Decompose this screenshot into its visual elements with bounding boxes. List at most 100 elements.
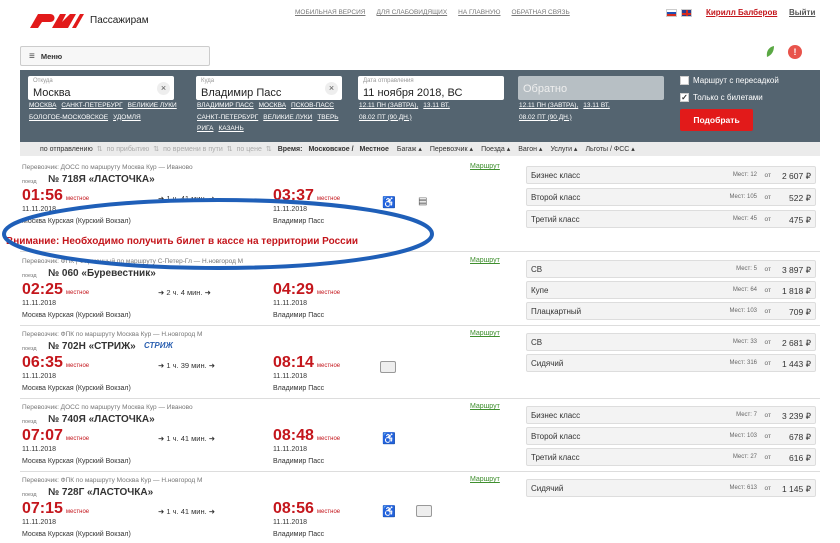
arrival-time: 08:56 местное xyxy=(273,500,341,517)
fare-row[interactable]: Сидячий Мест: 613 от 1 145 ₽ xyxy=(526,479,816,497)
train-name[interactable]: № 702Н «СТРИЖ» xyxy=(48,341,136,352)
departure-date: 11.11.2018 xyxy=(22,446,56,453)
sort-by-price[interactable]: по цене xyxy=(237,146,262,153)
transfer-checkbox[interactable]: Маршрут с пересадкой xyxy=(680,76,779,85)
user-link[interactable]: Кирилл Балберов xyxy=(706,8,777,17)
route-link[interactable]: Маршрут xyxy=(470,403,500,410)
quick-date-item[interactable]: 13.11 ВТ, xyxy=(423,100,450,112)
find-button[interactable]: Подобрать xyxy=(680,109,753,131)
fare-row[interactable]: Третий класс Мест: 45 от 475 ₽ xyxy=(526,210,816,228)
train-name[interactable]: № 740Я «ЛАСТОЧКА» xyxy=(48,414,155,425)
flag-en-icon[interactable] xyxy=(681,9,692,17)
fare-row[interactable]: Купе Мест: 64 от 1 818 ₽ xyxy=(526,281,816,299)
clear-icon[interactable]: × xyxy=(157,82,170,95)
fare-row[interactable]: Второй класс Мест: 105 от 522 ₽ xyxy=(526,188,816,206)
quick-to-item[interactable]: Владимир Пасс xyxy=(197,100,254,112)
baggage-icon xyxy=(380,361,396,373)
date-field[interactable]: Дата отправления 11 ноября 2018, ВС xyxy=(358,76,504,100)
quick-from-item[interactable]: Удомля xyxy=(113,112,141,124)
filter-benefits[interactable]: Льготы / ФСС ▴ xyxy=(585,145,634,153)
quick-to-item[interactable]: Санкт-Петербург xyxy=(197,112,258,124)
menu-button[interactable]: ≡ Меню xyxy=(20,46,210,66)
fare-row[interactable]: Второй класс Мест: 103 от 678 ₽ xyxy=(526,427,816,445)
link-home[interactable]: На главную xyxy=(458,9,500,16)
sort-by-departure[interactable]: по отправлению xyxy=(40,146,93,153)
to-field[interactable]: Куда Владимир Пасс × xyxy=(196,76,342,100)
rzd-logo[interactable] xyxy=(28,10,86,32)
tickets-only-checkbox[interactable]: ✓ Только с билетами xyxy=(680,93,763,102)
quick-to-item[interactable]: Тверь xyxy=(317,112,338,124)
quick-date-item[interactable]: 08.02 ПТ (90 дн.) xyxy=(359,112,412,124)
search-panel: Откуда Москва × ⇄ Куда Владимир Пасс × Д… xyxy=(20,70,820,142)
quick-to-item[interactable]: Псков-Пасс xyxy=(291,100,334,112)
time-local[interactable]: Местное xyxy=(360,146,389,153)
link-mobile[interactable]: Мобильная версия xyxy=(295,9,365,16)
leaf-icon[interactable] xyxy=(765,45,775,58)
to-caption: Куда xyxy=(201,78,215,84)
route-link[interactable]: Маршрут xyxy=(470,257,500,264)
departure-station: Москва Курская (Курский Вокзал) xyxy=(22,385,131,392)
filter-baggage[interactable]: Багаж ▴ xyxy=(397,145,422,153)
quick-return-item[interactable]: 12.11 ПН (завтра), xyxy=(519,100,578,112)
top-links: Мобильная версия Для слабовидящих На гла… xyxy=(295,9,570,16)
quick-to-item[interactable]: Рига xyxy=(197,123,213,135)
quick-from-item[interactable]: Бологое-Московское xyxy=(29,112,108,124)
quick-to-item[interactable]: Москва xyxy=(259,100,286,112)
checkbox-checked-icon[interactable]: ✓ xyxy=(680,93,689,102)
link-accessible[interactable]: Для слабовидящих xyxy=(376,9,447,16)
quick-date-item[interactable]: 12.11 ПН (завтра), xyxy=(359,100,418,112)
quick-from-item[interactable]: Санкт-Петербург xyxy=(61,100,122,112)
from-caption: Откуда xyxy=(33,78,53,84)
date-value[interactable]: 11 ноября 2018, ВС xyxy=(363,87,462,99)
sort-by-duration[interactable]: по времени в пути xyxy=(163,146,223,153)
filter-car[interactable]: Вагон ▴ xyxy=(518,145,542,153)
route-link[interactable]: Маршрут xyxy=(470,330,500,337)
sort-by-arrival[interactable]: по прибытию xyxy=(107,146,150,153)
filter-trains[interactable]: Поезда ▴ xyxy=(481,145,510,153)
clear-icon[interactable]: × xyxy=(325,82,338,95)
carrier-info: Перевозчик: ФПК по маршруту Москва Кур —… xyxy=(22,477,203,484)
fare-row[interactable]: СВ Мест: 33 от 2 681 ₽ xyxy=(526,333,816,351)
train-name[interactable]: № 718Я «ЛАСТОЧКА» xyxy=(48,174,155,185)
train-label: поезд xyxy=(22,346,37,352)
arrival-station: Владимир Пасс xyxy=(273,531,325,538)
quick-return-item[interactable]: 08.02 ПТ (90 дн.) xyxy=(519,112,572,124)
fare-row[interactable]: Третий класс Мест: 27 от 616 ₽ xyxy=(526,448,816,466)
arrival-date: 11.11.2018 xyxy=(273,446,307,453)
departure-time: 02:25 местное xyxy=(22,281,90,298)
logout-link[interactable]: Выйти xyxy=(789,8,815,17)
return-quick-links: 12.11 ПН (завтра), 13.11 ВТ, 08.02 ПТ (9… xyxy=(519,100,649,123)
info-icon[interactable]: ! xyxy=(788,45,802,59)
from-value[interactable]: Москва xyxy=(33,87,71,99)
from-field[interactable]: Откуда Москва × xyxy=(28,76,174,100)
arrival-date: 11.11.2018 xyxy=(273,519,307,526)
flag-ru-icon[interactable] xyxy=(666,9,677,17)
route-link[interactable]: Маршрут xyxy=(470,163,500,170)
from-quick-links: Москва Санкт-Петербург Великие Луки Боло… xyxy=(29,100,179,123)
return-field[interactable]: Обратно xyxy=(518,76,664,100)
filter-services[interactable]: Услуги ▴ xyxy=(550,145,577,153)
link-feedback[interactable]: Обратная связь xyxy=(512,9,570,16)
departure-date: 11.11.2018 xyxy=(22,300,56,307)
date-quick-links: 12.11 ПН (завтра), 13.11 ВТ, 08.02 ПТ (9… xyxy=(359,100,489,123)
quick-from-item[interactable]: Великие Луки xyxy=(128,100,177,112)
wheelchair-icon: ♿ xyxy=(382,506,396,518)
fare-row[interactable]: Бизнес класс Мест: 12 от 2 607 ₽ xyxy=(526,166,816,184)
quick-to-item[interactable]: Великие Луки xyxy=(263,112,312,124)
train-name[interactable]: № 728Г «ЛАСТОЧКА» xyxy=(48,487,153,498)
filter-carrier[interactable]: Перевозчик ▴ xyxy=(430,145,473,153)
time-moscow[interactable]: Московское / xyxy=(308,146,353,153)
to-value[interactable]: Владимир Пасс xyxy=(201,87,281,99)
checkbox-empty-icon[interactable] xyxy=(680,76,689,85)
fare-row[interactable]: СВ Мест: 5 от 3 897 ₽ xyxy=(526,260,816,278)
departure-date: 11.11.2018 xyxy=(22,519,56,526)
tickets-only-label: Только с билетами xyxy=(693,93,763,102)
quick-return-item[interactable]: 13.11 ВТ, xyxy=(583,100,610,112)
quick-from-item[interactable]: Москва xyxy=(29,100,56,112)
fare-row[interactable]: Плацкартный Мест: 103 от 709 ₽ xyxy=(526,302,816,320)
fare-row[interactable]: Бизнес класс Мест: 7 от 3 239 ₽ xyxy=(526,406,816,424)
route-link[interactable]: Маршрут xyxy=(470,476,500,483)
fare-row[interactable]: Сидячий Мест: 316 от 1 443 ₽ xyxy=(526,354,816,372)
sort-bar: по отправлению ⇅ по прибытию ⇅ по времен… xyxy=(20,142,820,156)
quick-to-item[interactable]: Казань xyxy=(218,123,243,135)
